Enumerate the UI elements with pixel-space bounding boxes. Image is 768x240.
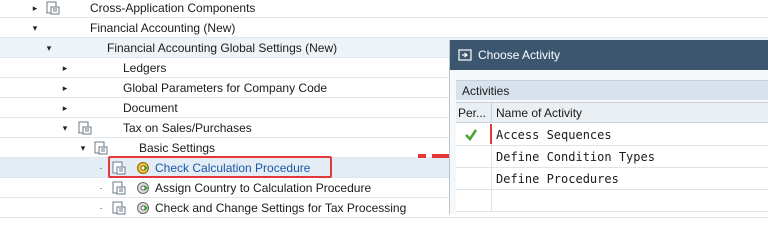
- folder-doc-icon: [112, 201, 126, 215]
- tree-node-label: Tax on Sales/Purchases: [123, 120, 252, 135]
- activity-name: Define Condition Types: [496, 150, 655, 164]
- table-row[interactable]: Access Sequences: [456, 124, 768, 146]
- activities-table: Per... Name of Activity Access Sequences…: [456, 102, 768, 214]
- tree-node-financial-accounting[interactable]: ▾ Financial Accounting (New): [0, 18, 768, 38]
- row-selection-marker: [490, 124, 492, 144]
- collapse-arrow-icon[interactable]: ▾: [78, 138, 88, 158]
- execute-gear-icon[interactable]: [136, 181, 150, 195]
- table-row[interactable]: Define Procedures: [456, 168, 768, 190]
- activity-name: Access Sequences: [496, 128, 612, 142]
- table-row[interactable]: Define Condition Types: [456, 146, 768, 168]
- table-header: Per... Name of Activity: [456, 103, 768, 123]
- tree-node-label: Check and Change Settings for Tax Proces…: [155, 200, 407, 215]
- bullet-icon: ·: [99, 202, 103, 213]
- bullet-icon: ·: [99, 162, 103, 173]
- performed-cell: [456, 168, 492, 190]
- performed-cell: [456, 190, 492, 212]
- activity-name: Define Procedures: [496, 172, 619, 186]
- tree-node-label: Document: [123, 100, 178, 115]
- column-header-performed[interactable]: Per...: [456, 103, 492, 123]
- expand-arrow-icon[interactable]: ▸: [60, 98, 70, 118]
- check-icon: [465, 129, 478, 141]
- performed-cell: [456, 124, 492, 146]
- expand-arrow-icon[interactable]: ▸: [30, 0, 40, 18]
- execute-gear-icon[interactable]: [136, 201, 150, 215]
- tree-node-label: Ledgers: [123, 60, 167, 75]
- activities-section-header: Activities: [456, 80, 768, 100]
- choose-activity-dialog: Choose Activity Activities Per... Name o…: [449, 40, 768, 214]
- expand-arrow-icon[interactable]: ▸: [60, 78, 70, 98]
- tree-node-label: Financial Accounting (New): [90, 20, 236, 35]
- tree-node-label: Global Parameters for Company Code: [123, 80, 328, 95]
- folder-doc-icon: [46, 1, 60, 15]
- expand-arrow-icon[interactable]: ▸: [60, 58, 70, 78]
- dialog-title: Choose Activity: [478, 48, 561, 62]
- performed-cell: [456, 146, 492, 168]
- tree-node-label: Cross-Application Components: [90, 0, 256, 15]
- window-icon: [458, 48, 472, 62]
- tree-node-label: Assign Country to Calculation Procedure: [155, 180, 372, 195]
- tree-node-label: Basic Settings: [139, 140, 216, 155]
- collapse-arrow-icon[interactable]: ▾: [60, 118, 70, 138]
- collapse-arrow-icon[interactable]: ▾: [30, 18, 40, 38]
- dialog-titlebar[interactable]: Choose Activity: [450, 40, 768, 70]
- tree-node-label: Financial Accounting Global Settings (Ne…: [107, 40, 338, 55]
- column-header-name[interactable]: Name of Activity: [496, 103, 582, 123]
- bullet-icon: ·: [99, 182, 103, 193]
- highlight-box: [108, 156, 332, 178]
- tree-node-cross-application[interactable]: ▸ Cross-Application Components: [0, 0, 768, 18]
- activities-label: Activities: [462, 84, 510, 98]
- folder-doc-icon: [94, 141, 108, 155]
- table-row-empty: [456, 190, 768, 212]
- folder-doc-icon: [112, 181, 126, 195]
- collapse-arrow-icon[interactable]: ▾: [44, 38, 54, 58]
- folder-doc-icon: [78, 121, 92, 135]
